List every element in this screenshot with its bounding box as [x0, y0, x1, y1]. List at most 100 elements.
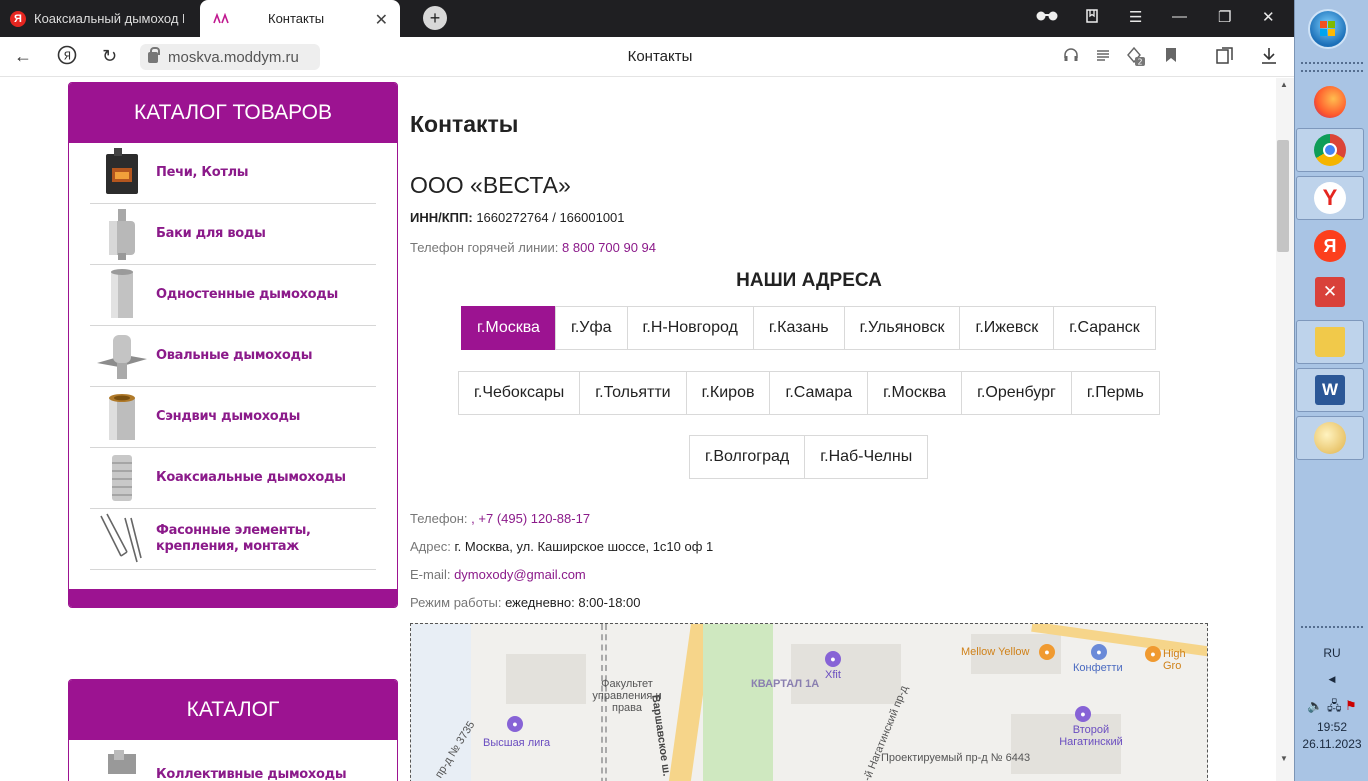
single-pipe-icon	[94, 268, 150, 322]
catalog-item-fittings[interactable]: Фасонные элементы, крепления, монтаж	[90, 509, 376, 570]
phone-link[interactable]: , +7 (495) 120-88-17	[471, 511, 590, 526]
paint-taskbar-button[interactable]	[1296, 416, 1364, 460]
catalog-item-label: Коаксиальные дымоходы	[156, 470, 346, 485]
word-taskbar-button[interactable]: W	[1296, 368, 1364, 412]
close-window-icon[interactable]: ✕	[1262, 8, 1275, 26]
word-icon: W	[1315, 375, 1345, 405]
city-tab[interactable]: г.Наб-Челны	[804, 435, 929, 479]
browser-tab-inactive[interactable]: Я Коаксиальный дымоход В	[0, 0, 198, 37]
url-field[interactable]: moskva.moddym.ru	[140, 44, 320, 70]
language-indicator[interactable]: RU	[1295, 646, 1368, 660]
map-label: Проектируемый пр-д № 6443	[881, 752, 1031, 764]
network-icon[interactable]: 🖧	[1327, 698, 1342, 713]
close-tab-icon[interactable]: ✕	[375, 10, 388, 30]
oval-pipe-icon	[94, 329, 150, 383]
sandwich-pipe-icon	[94, 390, 150, 444]
explorer-taskbar-button[interactable]	[1296, 320, 1364, 364]
catalog-item-label: Печи, Котлы	[156, 165, 249, 180]
catalog-footer	[69, 589, 397, 607]
catalog-item-stoves[interactable]: Печи, Котлы	[90, 143, 376, 204]
clock-date[interactable]: 26.11.2023	[1295, 737, 1368, 751]
hotline-line: Телефон горячей линии: 8 800 700 90 94	[410, 240, 656, 255]
back-arrow-icon[interactable]: ←	[14, 46, 32, 67]
reload-icon[interactable]: ↻	[102, 46, 117, 67]
map-label: Mellow Yellow	[961, 646, 1030, 658]
scroll-down-icon[interactable]: ▼	[1280, 754, 1288, 763]
yandex-taskbar-button[interactable]: Y	[1296, 176, 1364, 220]
extensions-icon[interactable]: 2	[1124, 45, 1146, 72]
chrome-taskbar-button[interactable]	[1296, 128, 1364, 172]
site-favicon-icon	[212, 12, 230, 25]
catalog-item-oval[interactable]: Овальные дымоходы	[90, 326, 376, 387]
reader-mode-icon[interactable]	[1095, 47, 1111, 68]
cafe-poi-icon: ●	[1039, 644, 1055, 660]
city-tab[interactable]: г.Киров	[685, 371, 771, 415]
hours-value: ежедневно: 8:00-18:00	[505, 595, 641, 610]
catalog-item-sandwich[interactable]: Сэндвич дымоходы	[90, 387, 376, 448]
hours-label: Режим работы:	[410, 595, 502, 610]
headphones-icon[interactable]	[1063, 47, 1079, 68]
catalog-item-single-wall[interactable]: Одностенные дымоходы	[90, 265, 376, 326]
browser-tab-active[interactable]: Контакты ✕	[200, 0, 400, 37]
email-link[interactable]: dymoxody@gmail.com	[454, 567, 586, 582]
menu-icon[interactable]: ☰	[1129, 8, 1142, 26]
city-tab[interactable]: г.Волгоград	[689, 435, 806, 479]
city-tab[interactable]: г.Ульяновск	[843, 306, 961, 350]
clock-time[interactable]: 19:52	[1295, 720, 1368, 734]
volume-icon[interactable]: 🔈	[1307, 698, 1323, 713]
city-tab[interactable]: г.Пермь	[1070, 371, 1160, 415]
restore-icon[interactable]: ❐	[1218, 8, 1231, 26]
shop-poi-icon: ●	[1091, 644, 1107, 660]
city-tab[interactable]: г.Чебоксары	[458, 371, 581, 415]
catalog-item-label: Одностенные дымоходы	[156, 287, 338, 302]
catalog-item-label: Баки для воды	[156, 226, 266, 241]
poi-icon: ●	[1145, 646, 1161, 662]
city-tab[interactable]: г.Ижевск	[959, 306, 1055, 350]
image-app-taskbar-button[interactable]: ✕	[1296, 270, 1364, 314]
lock-icon	[148, 46, 160, 63]
city-tab[interactable]: г.Н-Новгород	[626, 306, 754, 350]
tray-expand-icon[interactable]: ◀	[1295, 674, 1368, 685]
bookmark-icon[interactable]	[1165, 47, 1177, 68]
minimize-icon[interactable]: —	[1172, 8, 1187, 25]
phone-label: Телефон:	[410, 511, 468, 526]
scrollbar-thumb[interactable]	[1277, 140, 1289, 252]
download-icon[interactable]	[1261, 47, 1277, 70]
location-map[interactable]: Факультет управления и права ● Высшая ли…	[410, 623, 1208, 781]
city-tab[interactable]: г.Москва	[461, 306, 556, 350]
windows-taskbar: Y Я ✕ W RU ◀ 🔈 🖧 ⚑ 19:52 26.11.2023	[1294, 0, 1368, 781]
yandex-home-icon[interactable]: Я	[57, 45, 77, 70]
city-tab[interactable]: г.Оренбург	[961, 371, 1072, 415]
reader-glasses-icon[interactable]	[1035, 8, 1059, 26]
catalog-item-label: Сэндвич дымоходы	[156, 409, 301, 424]
map-label: Высшая лига	[483, 737, 551, 749]
map-building	[506, 654, 586, 704]
hotline-phone-link[interactable]: 8 800 700 90 94	[562, 240, 656, 255]
start-button[interactable]	[1308, 9, 1348, 49]
catalog-item-collective[interactable]: Коллективные дымоходы	[90, 740, 376, 781]
city-tabs-row-3: г.Волгоград г.Наб-Челны	[689, 435, 929, 479]
company-name: ООО «ВЕСТА»	[410, 172, 571, 198]
city-tab[interactable]: г.Тольятти	[579, 371, 687, 415]
flag-alert-icon[interactable]: ⚑	[1345, 698, 1357, 713]
new-tab-button[interactable]: +	[423, 6, 447, 30]
fitness-poi-icon: ●	[825, 651, 841, 667]
bookmarks-icon[interactable]	[1084, 8, 1100, 28]
catalog-item-coaxial[interactable]: Коаксиальные дымоходы	[90, 448, 376, 509]
yandex-browser-icon: Y	[1314, 182, 1346, 214]
catalog-item-tanks[interactable]: Баки для воды	[90, 204, 376, 265]
city-tab[interactable]: г.Уфа	[554, 306, 628, 350]
scroll-up-icon[interactable]: ▲	[1280, 80, 1288, 89]
catalog-secondary: КАТАЛОГ Коллективные дымоходы	[68, 679, 398, 781]
yandex-app-taskbar-button[interactable]: Я	[1296, 224, 1364, 268]
city-tab[interactable]: г.Саранск	[1053, 306, 1156, 350]
collections-icon[interactable]	[1216, 47, 1234, 70]
tab-title: Контакты	[268, 11, 325, 26]
firefox-taskbar-button[interactable]	[1296, 80, 1364, 124]
city-tabs-row-1: г.Москва г.Уфа г.Н-Новгород г.Казань г.У…	[461, 306, 1156, 350]
email-label: E-mail:	[410, 567, 451, 582]
picture-app-icon: ✕	[1315, 277, 1345, 307]
city-tab[interactable]: г.Москва	[867, 371, 963, 415]
city-tab[interactable]: г.Самара	[769, 371, 869, 415]
city-tab[interactable]: г.Казань	[752, 306, 845, 350]
